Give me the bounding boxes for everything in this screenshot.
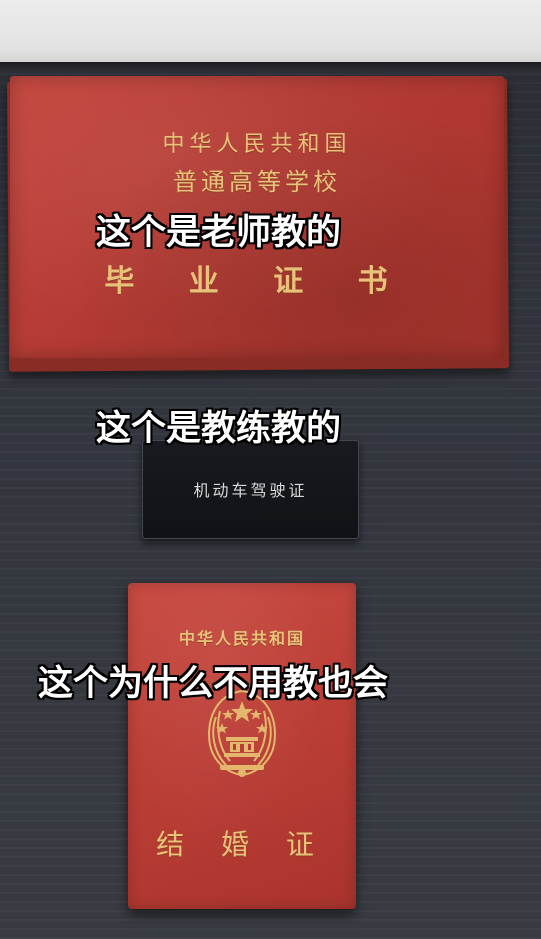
wall-background — [0, 0, 541, 62]
diploma-country-text: 中华人民共和国 — [162, 132, 352, 157]
table-edge — [0, 62, 541, 70]
diploma-school-type-text: 普通高等学校 — [173, 168, 341, 196]
caption-question: 这个为什么不用教也会 — [38, 664, 389, 704]
caption-coach: 这个是教练教的 — [96, 409, 342, 449]
diploma-title: 毕 业 证 书 — [104, 264, 410, 299]
marriage-country-text: 中华人民共和国 — [178, 629, 305, 648]
driver-license: 机动车驾驶证 — [142, 440, 359, 539]
marriage-certificate: 中华人民共和国 结 婚 证 — [128, 583, 356, 909]
caption-teacher: 这个是老师教的 — [96, 213, 342, 253]
marriage-title: 结 婚 证 — [156, 828, 328, 861]
photo-scene: 中华人民共和国 普通高等学校 毕 业 证 书 机动车驾驶证 中华人民共和国 结 … — [0, 0, 541, 939]
license-title: 机动车驾驶证 — [193, 481, 308, 500]
